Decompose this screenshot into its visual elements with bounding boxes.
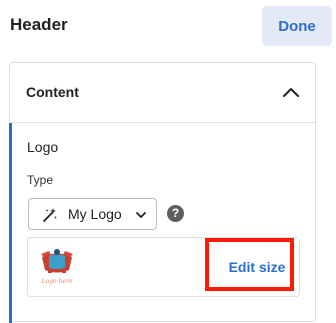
type-select[interactable]: My Logo (28, 198, 157, 230)
section-label: Logo (27, 139, 59, 155)
section-accent-bar (9, 123, 12, 323)
panel-header[interactable]: Content (10, 63, 315, 123)
chevron-down-icon (136, 212, 146, 218)
page-title: Header (10, 15, 68, 34)
logo-preview: Logo here Edit size (27, 237, 300, 297)
help-icon[interactable]: ? (167, 205, 184, 222)
chevron-up-icon[interactable] (282, 85, 300, 99)
type-select-value: My Logo (68, 206, 122, 222)
magic-wand-icon (43, 208, 57, 222)
type-label: Type (27, 173, 54, 187)
logo-text: Logo here (41, 278, 73, 285)
panel-title: Content (26, 84, 79, 100)
top-bar: Header Done (0, 0, 336, 54)
content-panel: Content Logo Type My Logo ? Logo here Ed… (9, 62, 316, 323)
done-button[interactable]: Done (262, 6, 332, 46)
logo-thumbnail-icon: Logo here (36, 246, 78, 290)
edit-size-link[interactable]: Edit size (214, 238, 300, 296)
